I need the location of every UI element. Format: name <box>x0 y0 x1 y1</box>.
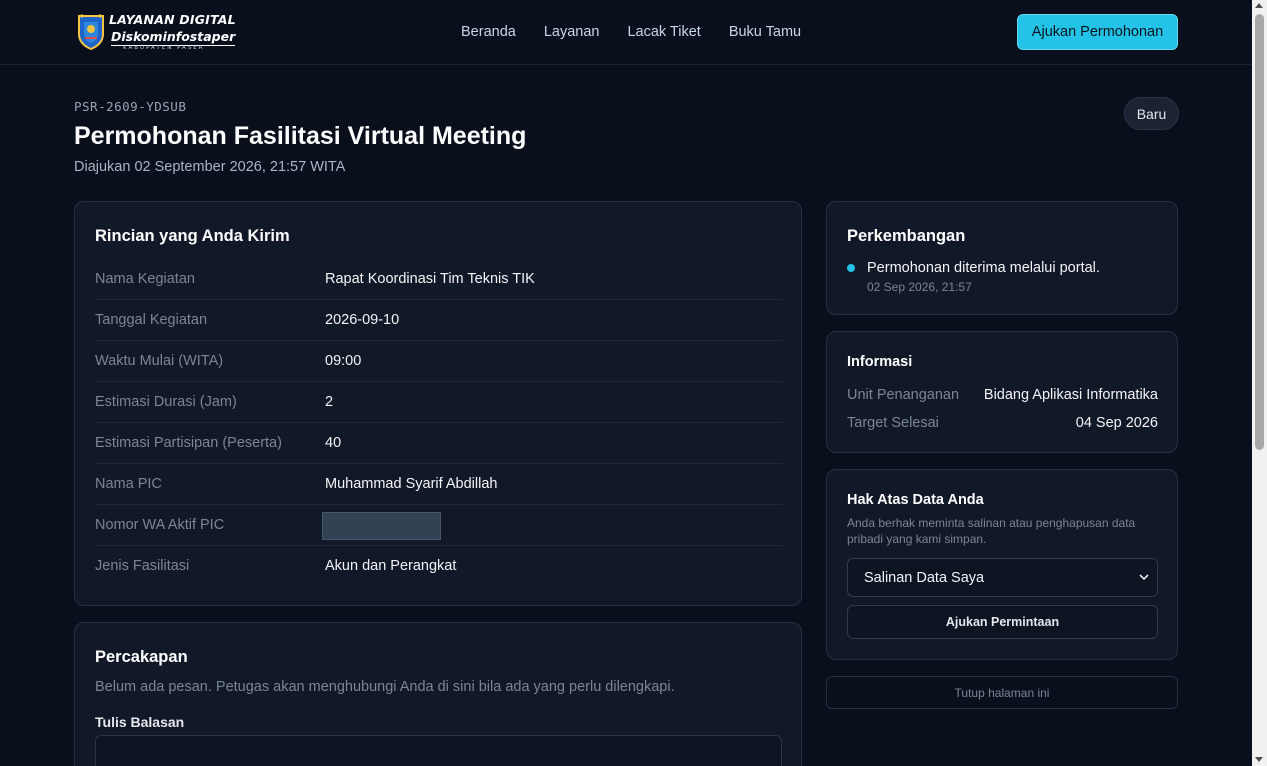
page-scrollbar[interactable] <box>1252 0 1267 766</box>
scroll-up-arrow-icon[interactable] <box>1255 3 1263 8</box>
detail-label: Waktu Mulai (WITA) <box>95 353 224 369</box>
detail-value: 2026-09-10 <box>325 312 400 328</box>
site-logo[interactable]: LAYANAN DIGITAL Diskominfostaper KABUPAT… <box>76 12 236 54</box>
conversation-card: Percakapan Belum ada pesan. Petugas akan… <box>74 622 802 766</box>
detail-row: Nama PIC Muhammad Syarif Abdillah <box>95 464 782 505</box>
conversation-empty-text: Belum ada pesan. Petugas akan menghubung… <box>95 679 675 695</box>
close-page-button[interactable]: Tutup halaman ini <box>826 676 1178 709</box>
timeline-event-time: 02 Sep 2026, 21:57 <box>867 280 972 294</box>
detail-value: Rapat Koordinasi Tim Teknis TIK <box>325 271 535 287</box>
progress-card: Perkembangan Permohonan diterima melalui… <box>826 201 1178 315</box>
info-title: Informasi <box>847 354 913 370</box>
detail-row: Estimasi Durasi (Jam) 2 <box>95 382 782 423</box>
info-row: Target Selesai 04 Sep 2026 <box>847 415 1158 435</box>
info-row: Unit Penanganan Bidang Aplikasi Informat… <box>847 387 1158 407</box>
detail-label: Nomor WA Aktif PIC <box>95 517 225 533</box>
detail-label: Nama Kegiatan <box>95 271 195 287</box>
progress-title: Perkembangan <box>847 227 966 245</box>
detail-label: Estimasi Partisipan (Peserta) <box>95 435 282 451</box>
nav-lacak-tiket[interactable]: Lacak Tiket <box>627 24 700 40</box>
submitted-date: Diajukan 02 September 2026, 21:57 WITA <box>74 159 346 175</box>
chevron-down-icon <box>1139 574 1149 581</box>
info-value: 04 Sep 2026 <box>1075 415 1158 431</box>
submit-request-button[interactable]: Ajukan Permohonan <box>1017 14 1178 50</box>
detail-label: Jenis Fasilitasi <box>95 558 190 574</box>
data-rights-title: Hak Atas Data Anda <box>847 492 984 508</box>
detail-value: Muhammad Syarif Abdillah <box>325 476 498 492</box>
info-card: Informasi Unit Penanganan Bidang Aplikas… <box>826 331 1178 453</box>
detail-value: 2 <box>325 394 334 410</box>
emblem-icon <box>78 14 104 50</box>
nav-buku-tamu[interactable]: Buku Tamu <box>729 24 801 40</box>
reply-textarea[interactable] <box>95 735 782 766</box>
detail-label: Nama PIC <box>95 476 162 492</box>
detail-row: Nomor WA Aktif PIC <box>95 505 782 546</box>
top-navbar: LAYANAN DIGITAL Diskominfostaper KABUPAT… <box>0 0 1252 65</box>
data-rights-description: Anda berhak meminta salinan atau penghap… <box>847 516 1136 546</box>
detail-value: Akun dan Perangkat <box>325 558 457 574</box>
data-request-selected: Salinan Data Saya <box>864 570 985 586</box>
reply-label: Tulis Balasan <box>95 714 185 730</box>
detail-row: Estimasi Partisipan (Peserta) 40 <box>95 423 782 464</box>
nav-layanan[interactable]: Layanan <box>544 24 600 40</box>
timeline-event-text: Permohonan diterima melalui portal. <box>867 260 1100 276</box>
detail-value: 09:00 <box>325 353 362 369</box>
details-card: Rincian yang Anda Kirim Nama Kegiatan Ra… <box>74 201 802 606</box>
redacted-phone-value <box>322 512 441 540</box>
detail-label: Estimasi Durasi (Jam) <box>95 394 237 410</box>
info-label: Target Selesai <box>847 415 939 431</box>
logo-title: LAYANAN DIGITAL <box>109 12 236 27</box>
detail-row: Nama Kegiatan Rapat Koordinasi Tim Tekni… <box>95 259 782 300</box>
logo-subtitle: Diskominfostaper <box>111 29 236 46</box>
scroll-down-arrow-icon[interactable] <box>1255 757 1263 762</box>
detail-label: Tanggal Kegiatan <box>95 312 208 328</box>
details-title: Rincian yang Anda Kirim <box>95 227 290 245</box>
nav-beranda[interactable]: Beranda <box>461 24 516 40</box>
timeline-dot-icon <box>847 264 855 272</box>
detail-row: Tanggal Kegiatan 2026-09-10 <box>95 300 782 341</box>
scrollbar-thumb[interactable] <box>1255 14 1264 450</box>
status-badge: Baru <box>1124 97 1179 130</box>
main-nav: Beranda Layanan Lacak Tiket Buku Tamu <box>461 24 829 40</box>
page-title: Permohonan Fasilitasi Virtual Meeting <box>74 122 527 150</box>
ticket-id: PSR-2609-YDSUB <box>74 99 187 114</box>
detail-value: 40 <box>325 435 342 451</box>
info-label: Unit Penanganan <box>847 387 960 403</box>
data-request-select[interactable]: Salinan Data Saya <box>847 558 1158 597</box>
data-rights-card: Hak Atas Data Anda Anda berhak meminta s… <box>826 469 1178 660</box>
submit-data-request-button[interactable]: Ajukan Permintaan <box>847 605 1158 639</box>
detail-row: Jenis Fasilitasi Akun dan Perangkat <box>95 546 782 587</box>
logo-region: KABUPATEN PASER <box>123 45 205 51</box>
conversation-title: Percakapan <box>95 648 188 666</box>
info-value: Bidang Aplikasi Informatika <box>983 387 1158 403</box>
detail-row: Waktu Mulai (WITA) 09:00 <box>95 341 782 382</box>
